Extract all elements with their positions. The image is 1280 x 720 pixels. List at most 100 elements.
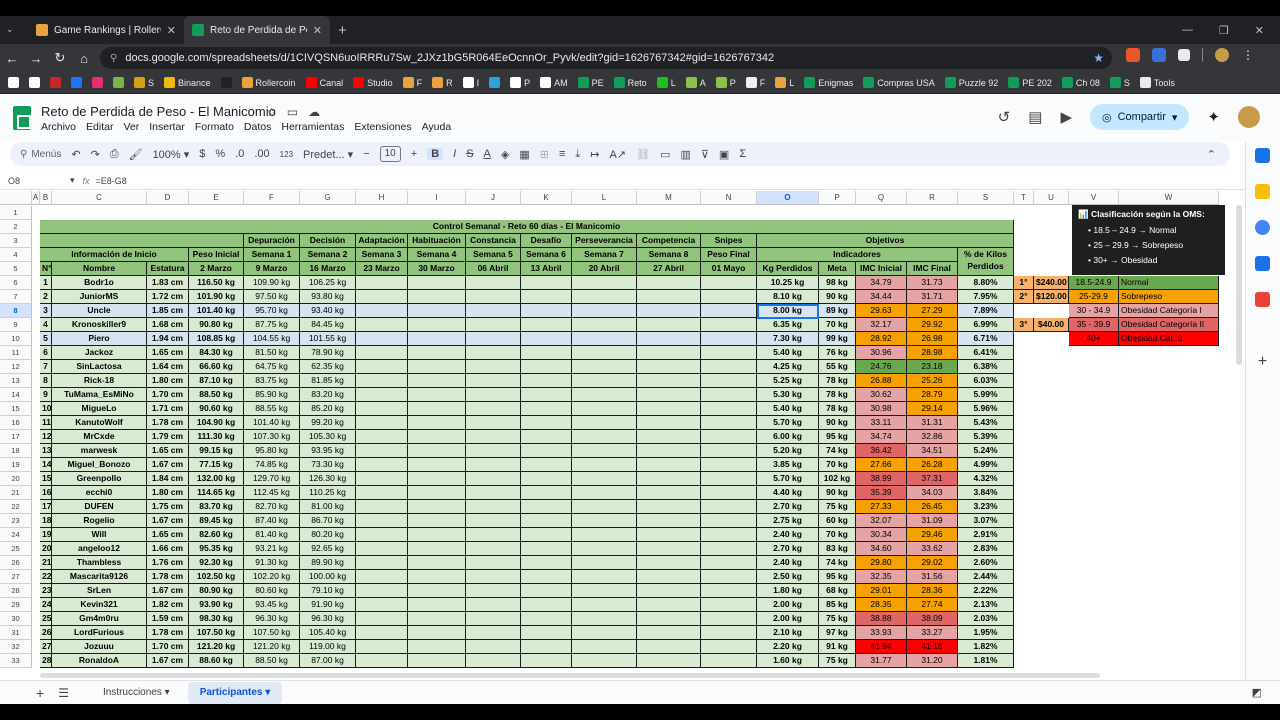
- empty-week-cell[interactable]: [572, 486, 637, 500]
- formula-input[interactable]: =E8-G8: [96, 176, 127, 186]
- week-label[interactable]: Semana 2: [300, 248, 356, 262]
- empty-week-cell[interactable]: [572, 500, 637, 514]
- bmi-final-cell[interactable]: 26.45: [907, 500, 958, 514]
- kg-lost-cell[interactable]: 2.70 kg: [757, 542, 819, 556]
- empty-week-cell[interactable]: [521, 304, 572, 318]
- bmi-initial-cell[interactable]: 32.17: [856, 318, 907, 332]
- maximize-icon[interactable]: ❐: [1219, 24, 1229, 37]
- row-number[interactable]: 15: [40, 472, 52, 486]
- empty-week-cell[interactable]: [408, 430, 466, 444]
- row-header[interactable]: 18: [0, 444, 32, 458]
- column-header-e[interactable]: E: [189, 191, 244, 205]
- row-header[interactable]: 7: [0, 290, 32, 304]
- collapse-toolbar-icon[interactable]: ⌃: [1207, 148, 1216, 161]
- bookmark-item[interactable]: Canal: [305, 77, 343, 88]
- bmi-final-cell[interactable]: 29.92: [907, 318, 958, 332]
- empty-week-cell[interactable]: [521, 584, 572, 598]
- initial-weight-cell[interactable]: 99.15 kg: [189, 444, 244, 458]
- week2-weight-cell[interactable]: 84.45 kg: [300, 318, 356, 332]
- empty-week-cell[interactable]: [356, 626, 408, 640]
- sheets-logo-icon[interactable]: [13, 106, 31, 130]
- empty-week-cell[interactable]: [572, 430, 637, 444]
- column-header-g[interactable]: G: [300, 191, 356, 205]
- empty-week-cell[interactable]: [466, 556, 521, 570]
- participant-name[interactable]: JuniorMS: [52, 290, 147, 304]
- empty-week-cell[interactable]: [701, 360, 757, 374]
- pct-lost-cell[interactable]: 1.82%: [958, 640, 1014, 654]
- empty-week-cell[interactable]: [408, 514, 466, 528]
- bmi-initial-cell[interactable]: 30.34: [856, 528, 907, 542]
- bmi-range[interactable]: 40+: [1069, 332, 1119, 346]
- goal-cell[interactable]: 78 kg: [819, 402, 856, 416]
- pct-lost-cell[interactable]: 2.44%: [958, 570, 1014, 584]
- week2-weight-cell[interactable]: 105.30 kg: [300, 430, 356, 444]
- print-icon[interactable]: ⎙: [110, 148, 119, 161]
- initial-weight-cell[interactable]: 102.50 kg: [189, 570, 244, 584]
- week1-weight-cell[interactable]: 107.30 kg: [244, 430, 300, 444]
- back-icon[interactable]: ←: [0, 51, 24, 66]
- empty-week-cell[interactable]: [637, 486, 701, 500]
- bmi-final-cell[interactable]: 29.02: [907, 556, 958, 570]
- empty-week-cell[interactable]: [356, 318, 408, 332]
- empty-week-cell[interactable]: [356, 486, 408, 500]
- pct-lost-cell[interactable]: 4.99%: [958, 458, 1014, 472]
- bmi-final-cell[interactable]: 31.73: [907, 276, 958, 290]
- participant-name[interactable]: Bodr1o: [52, 276, 147, 290]
- redo-icon[interactable]: ↷: [91, 148, 100, 161]
- goal-cell[interactable]: 95 kg: [819, 570, 856, 584]
- empty-week-cell[interactable]: [637, 556, 701, 570]
- bmi-final-cell[interactable]: 29.14: [907, 402, 958, 416]
- empty-week-cell[interactable]: [408, 388, 466, 402]
- empty-week-cell[interactable]: [466, 346, 521, 360]
- empty-week-cell[interactable]: [521, 542, 572, 556]
- goal-cell[interactable]: 90 kg: [819, 290, 856, 304]
- empty-week-cell[interactable]: [701, 444, 757, 458]
- empty-week-cell[interactable]: [466, 640, 521, 654]
- empty-week-cell[interactable]: [408, 500, 466, 514]
- empty-week-cell[interactable]: [466, 360, 521, 374]
- height-cell[interactable]: 1.59 cm: [147, 612, 189, 626]
- row-header[interactable]: 31: [0, 626, 32, 640]
- empty-week-cell[interactable]: [637, 472, 701, 486]
- bmi-initial-cell[interactable]: 32.35: [856, 570, 907, 584]
- initial-weight-cell[interactable]: 104.90 kg: [189, 416, 244, 430]
- kg-lost-cell[interactable]: 4.25 kg: [757, 360, 819, 374]
- bmi-initial-cell[interactable]: 38.99: [856, 472, 907, 486]
- empty-week-cell[interactable]: [572, 570, 637, 584]
- empty-week-cell[interactable]: [408, 416, 466, 430]
- column-header-v[interactable]: V: [1069, 191, 1119, 205]
- week2-weight-cell[interactable]: 87.00 kg: [300, 654, 356, 668]
- empty-week-cell[interactable]: [572, 346, 637, 360]
- bmi-label[interactable]: Obesidad Cat. 3: [1119, 332, 1219, 346]
- empty-week-cell[interactable]: [637, 640, 701, 654]
- bmi-initial-cell[interactable]: 34.44: [856, 290, 907, 304]
- subheader[interactable]: 2 Marzo: [189, 262, 244, 276]
- chevron-down-icon[interactable]: ▾: [1172, 111, 1178, 124]
- bmi-initial-cell[interactable]: 30.62: [856, 388, 907, 402]
- empty-week-cell[interactable]: [408, 360, 466, 374]
- empty-week-cell[interactable]: [521, 654, 572, 668]
- empty-week-cell[interactable]: [637, 570, 701, 584]
- functions-icon[interactable]: Σ: [739, 148, 746, 160]
- empty-week-cell[interactable]: [701, 654, 757, 668]
- row-number[interactable]: 13: [40, 444, 52, 458]
- empty-week-cell[interactable]: [408, 276, 466, 290]
- bmi-final-cell[interactable]: 27.74: [907, 598, 958, 612]
- initial-weight-cell[interactable]: 80.90 kg: [189, 584, 244, 598]
- bmi-final-cell[interactable]: 26.98: [907, 332, 958, 346]
- goal-cell[interactable]: 98 kg: [819, 276, 856, 290]
- week2-weight-cell[interactable]: 73.30 kg: [300, 458, 356, 472]
- empty-week-cell[interactable]: [408, 346, 466, 360]
- align-horizontal-icon[interactable]: ≡: [559, 148, 565, 160]
- empty-week-cell[interactable]: [521, 486, 572, 500]
- empty-week-cell[interactable]: [356, 472, 408, 486]
- height-cell[interactable]: 1.64 cm: [147, 360, 189, 374]
- participant-name[interactable]: marwesk: [52, 444, 147, 458]
- zoom-select[interactable]: 100% ▾: [153, 148, 190, 161]
- empty-week-cell[interactable]: [356, 584, 408, 598]
- row-header[interactable]: 5: [0, 262, 32, 276]
- subheader[interactable]: 23 Marzo: [356, 262, 408, 276]
- bmi-label[interactable]: Sobrepeso: [1119, 290, 1219, 304]
- goal-cell[interactable]: 85 kg: [819, 598, 856, 612]
- bookmark-item[interactable]: F: [402, 77, 422, 88]
